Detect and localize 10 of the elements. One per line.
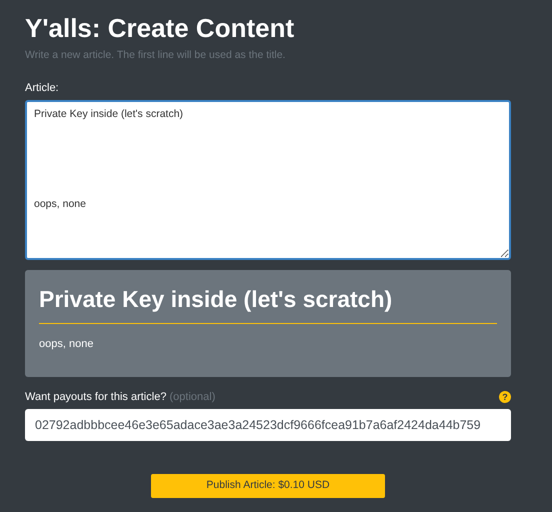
help-button[interactable]: ? [499, 391, 511, 403]
article-label: Article: [25, 80, 59, 96]
payout-key-field[interactable]: 02792adbbbcee46e3e65adace3ae3a24523dcf9666fcea91b7a6af2424da44b759 [25, 409, 511, 442]
article-field[interactable]: Private Key inside (let's scratch) oops, none [25, 100, 511, 260]
preview-body: oops, none [39, 337, 94, 352]
publish-button[interactable]: Publish Article: $0.10 USD [151, 474, 385, 498]
page-title: Y'alls: Create Content [25, 12, 294, 44]
payouts-label: Want payouts for this article? (optional) [25, 390, 216, 405]
page-subtitle: Write a new article. The first line will be used as the title. [25, 48, 286, 63]
preview-title: Private Key inside (let's scratch) [39, 285, 392, 314]
